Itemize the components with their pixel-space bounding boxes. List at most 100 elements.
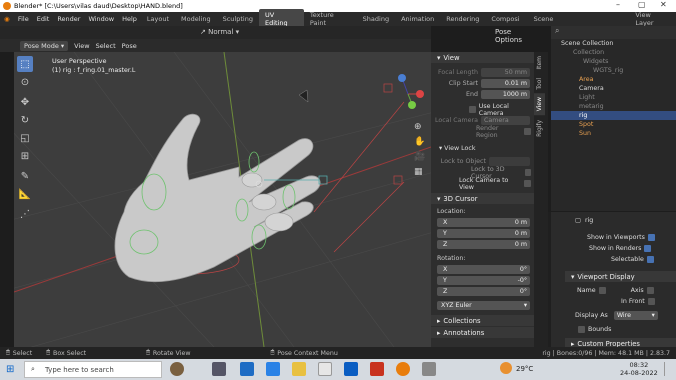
tab-item[interactable]: Item xyxy=(534,52,545,74)
cursor-icon[interactable]: ⊙ xyxy=(17,74,33,90)
outliner-item[interactable]: Collection xyxy=(551,48,676,57)
dropbox-icon[interactable] xyxy=(266,362,280,376)
axis-checkbox[interactable] xyxy=(646,287,654,294)
file-explorer-icon[interactable] xyxy=(292,362,306,376)
menu-render[interactable]: Render xyxy=(53,15,84,23)
3d-viewport[interactable]: User Perspective (1) rig : f_ring.01_mas… xyxy=(14,52,431,347)
menu-window[interactable]: Window xyxy=(84,15,118,23)
render-region-checkbox[interactable] xyxy=(524,128,531,135)
tab-view[interactable]: View xyxy=(534,93,545,116)
outliner-item[interactable]: Camera xyxy=(551,84,676,93)
scale-icon[interactable]: ◱ xyxy=(17,130,33,146)
viewport-display-header[interactable]: ▾ Viewport Display xyxy=(565,271,676,282)
select-box-icon[interactable]: ⬚ xyxy=(17,56,33,72)
relax-icon[interactable]: ⋰ xyxy=(17,206,33,222)
mail-icon[interactable] xyxy=(344,362,358,376)
windows-start-icon[interactable]: ⊞ xyxy=(6,364,14,375)
task-view-icon[interactable] xyxy=(212,362,226,376)
name-checkbox[interactable] xyxy=(598,287,606,294)
tab-layout[interactable]: Layout xyxy=(141,13,175,25)
clip-end-field[interactable]: 1000 m xyxy=(481,90,530,99)
grid-icon[interactable]: ▦ xyxy=(414,165,425,180)
menu-select[interactable]: Select xyxy=(96,42,116,50)
transform-icon[interactable]: ⊞ xyxy=(17,148,33,164)
outliner-item[interactable]: WGTS_rig xyxy=(551,66,676,75)
pose-options-dropdown[interactable]: Pose Options xyxy=(495,28,522,44)
menu-pose[interactable]: Pose xyxy=(122,42,137,50)
rot-z-axis: Z xyxy=(443,288,448,295)
outliner-item[interactable]: Area xyxy=(551,75,676,84)
office-icon[interactable] xyxy=(370,362,384,376)
menu-file[interactable]: File xyxy=(14,15,33,23)
show-renders-checkbox[interactable] xyxy=(644,245,652,252)
bounds-checkbox[interactable] xyxy=(578,326,585,333)
cursor-loc-z-field[interactable]: Z 0 m xyxy=(437,240,530,249)
focal-length-field[interactable]: 50 mm xyxy=(481,68,530,77)
tab-modeling[interactable]: Modeling xyxy=(175,13,217,25)
app-icon[interactable] xyxy=(422,362,436,376)
outliner-item[interactable]: Sun xyxy=(551,129,676,138)
cursor-section-header[interactable]: ▾ 3D Cursor xyxy=(431,193,534,204)
zoom-icon[interactable]: ⊕ xyxy=(414,120,425,135)
store-icon[interactable] xyxy=(318,362,332,376)
rotation-mode-dropdown[interactable]: XYZ Euler ▾ xyxy=(437,301,530,310)
view-section-header[interactable]: ▾ View xyxy=(431,52,534,63)
orientation-dropdown[interactable]: ↗ Normal ▾ xyxy=(200,28,239,36)
mode-dropdown[interactable]: Pose Mode ▾ xyxy=(20,40,69,51)
tab-animation[interactable]: Animation xyxy=(395,13,440,25)
use-local-camera-checkbox[interactable] xyxy=(469,106,476,113)
menu-help[interactable]: Help xyxy=(118,15,141,23)
filter-icon[interactable]: ⌕ xyxy=(551,26,559,35)
tab-sculpting[interactable]: Sculpting xyxy=(217,13,259,25)
maximize-icon[interactable]: ▢ xyxy=(638,0,646,9)
annotations-section-header[interactable]: ▸ Annotations xyxy=(431,327,534,338)
tab-tool[interactable]: Tool xyxy=(534,74,545,94)
outliner-item[interactable]: Scene Collection xyxy=(551,39,676,48)
clock[interactable]: 08:32 24-08-2022 xyxy=(620,361,658,377)
tab-rendering[interactable]: Rendering xyxy=(440,13,485,25)
close-icon[interactable]: ✕ xyxy=(660,0,667,9)
cursor-rot-z-field[interactable]: Z 0° xyxy=(437,287,530,296)
cursor-rot-y-field[interactable]: Y -0° xyxy=(437,276,530,285)
minimize-icon[interactable]: – xyxy=(616,0,620,9)
collections-section-header[interactable]: ▸ Collections xyxy=(431,315,534,326)
selectable-checkbox[interactable] xyxy=(646,256,654,263)
in-front-checkbox[interactable] xyxy=(647,298,655,305)
tab-rigify[interactable]: Rigify xyxy=(534,116,545,141)
scene-selector[interactable]: Scene xyxy=(528,13,560,25)
display-as-dropdown[interactable]: Wire ▾ xyxy=(613,311,658,320)
cursor-rot-x-field[interactable]: X 0° xyxy=(437,265,530,274)
cortana-icon[interactable] xyxy=(170,362,184,376)
camera-view-icon[interactable]: 🎥 xyxy=(414,150,425,165)
outliner-item[interactable]: rig xyxy=(551,111,676,120)
navigation-gizmo[interactable] xyxy=(394,72,426,112)
taskbar-search[interactable]: ⌕ Type here to search xyxy=(24,361,162,378)
blender-taskbar-icon[interactable] xyxy=(396,362,410,376)
outliner-item[interactable]: Spot xyxy=(551,120,676,129)
view-lock-title[interactable]: ▾ View Lock xyxy=(439,145,475,152)
outliner-item[interactable]: Widgets xyxy=(551,57,676,66)
cursor-loc-x-field[interactable]: X 0 m xyxy=(437,218,530,227)
cursor-loc-y-field[interactable]: Y 0 m xyxy=(437,229,530,238)
annotate-icon[interactable]: ✎ xyxy=(17,168,33,184)
menu-view[interactable]: View xyxy=(74,42,89,50)
show-desktop-button[interactable] xyxy=(664,362,672,376)
lock-3d-cursor-checkbox[interactable] xyxy=(524,169,531,176)
tab-shading[interactable]: Shading xyxy=(357,13,395,25)
outliner-item[interactable]: metarig xyxy=(551,102,676,111)
move-icon[interactable]: ✥ xyxy=(17,94,33,110)
blender-menu-icon[interactable]: ◉ xyxy=(0,15,14,23)
clip-start-field[interactable]: 0.01 m xyxy=(481,79,530,88)
name-label: Name xyxy=(577,287,596,294)
edge-icon[interactable] xyxy=(240,362,254,376)
object-name[interactable]: rig xyxy=(585,217,593,224)
outliner-item[interactable]: Light xyxy=(551,93,676,102)
show-viewports-checkbox[interactable] xyxy=(647,234,655,241)
chevron-down-icon: ▾ xyxy=(523,302,527,309)
lock-camera-checkbox[interactable] xyxy=(524,180,531,187)
rotate-icon[interactable]: ↻ xyxy=(17,112,33,128)
menu-edit[interactable]: Edit xyxy=(33,15,54,23)
measure-icon[interactable]: 📐 xyxy=(17,186,33,202)
pan-icon[interactable]: ✋ xyxy=(414,135,425,150)
tab-compositing[interactable]: Composi xyxy=(485,13,525,25)
